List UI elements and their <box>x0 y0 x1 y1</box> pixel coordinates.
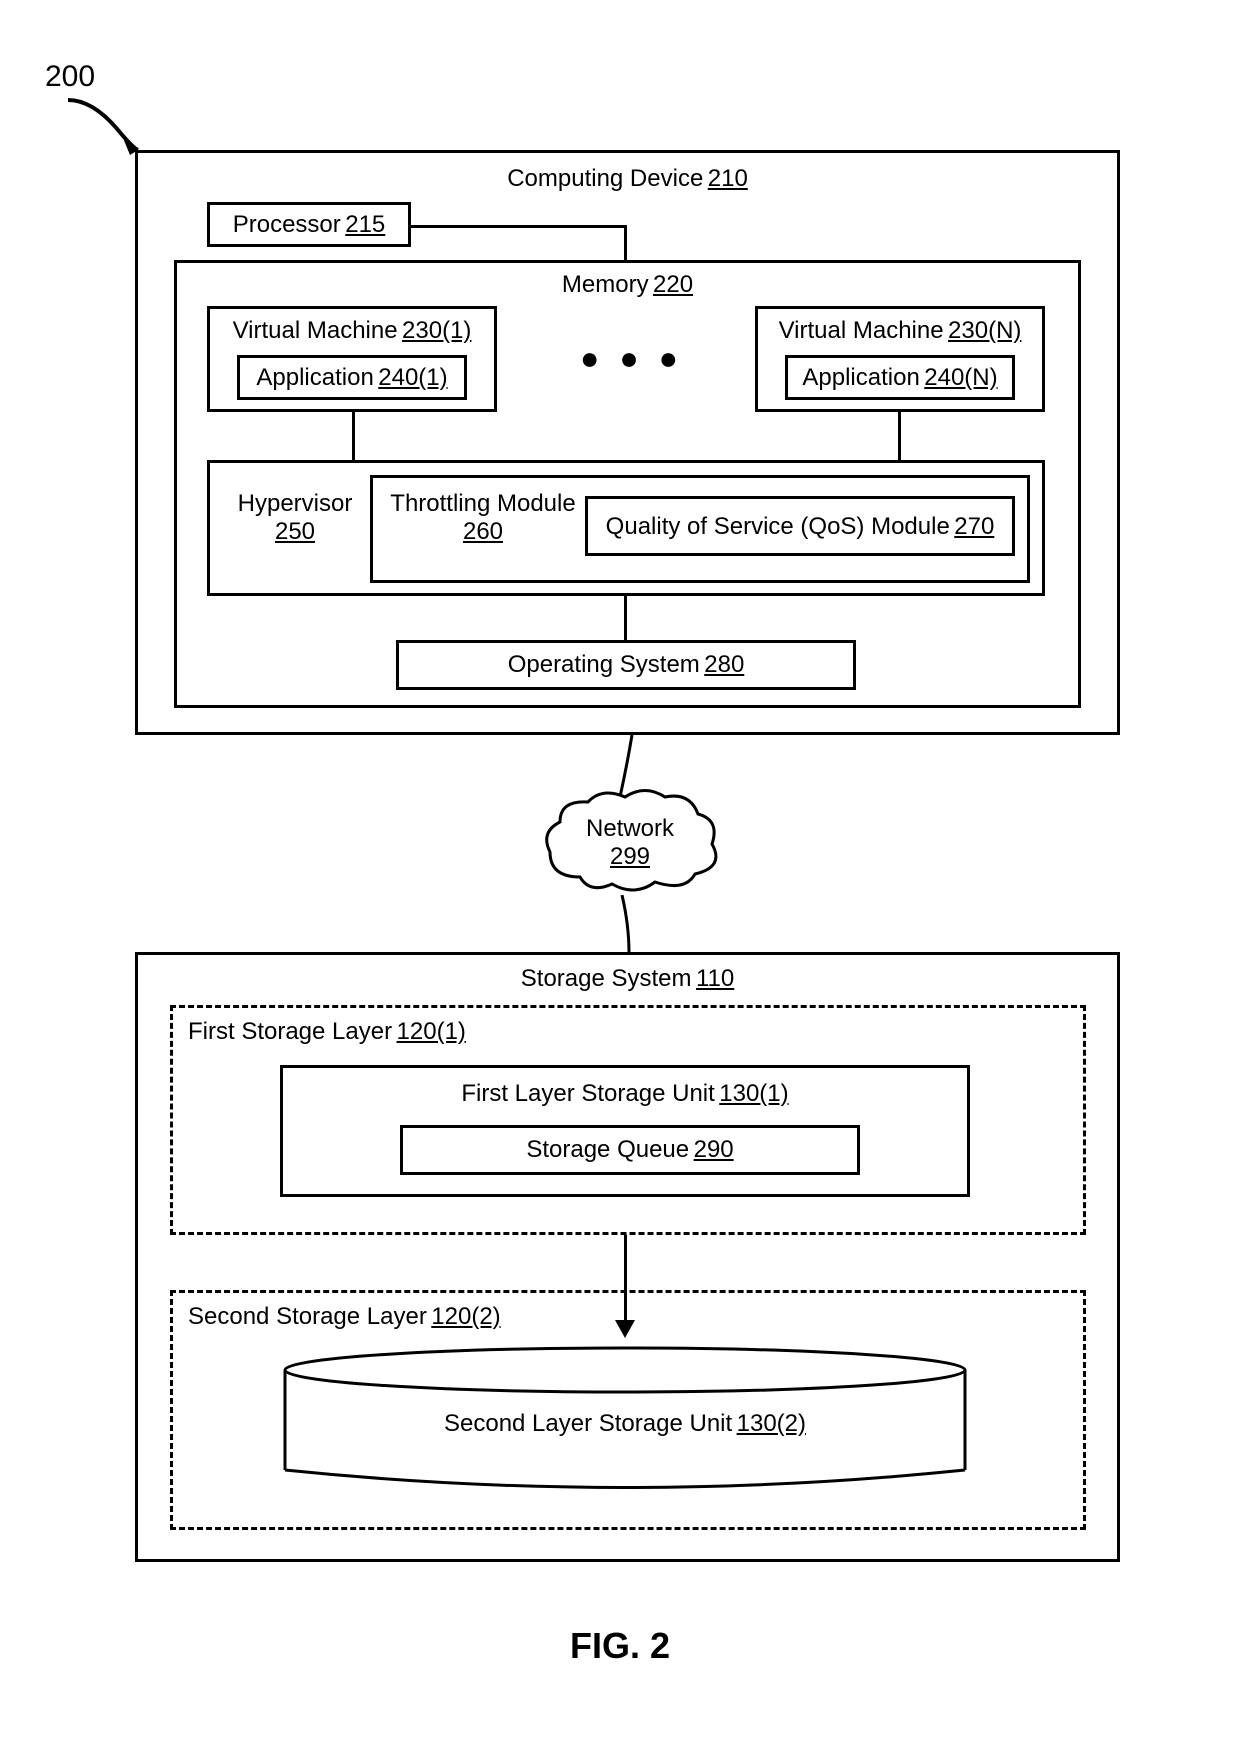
qos-box: Quality of Service (QoS) Module 270 <box>585 496 1015 556</box>
first-layer-label: First Storage Layer <box>188 1018 392 1046</box>
network-ref: 299 <box>610 843 650 870</box>
first-layer-ref: 120(1) <box>397 1018 466 1045</box>
appN-box: Application 240(N) <box>785 355 1015 400</box>
os-label: Operating System <box>508 651 700 679</box>
connector-processor-memory-v <box>624 225 627 261</box>
app1-box: Application 240(1) <box>237 355 467 400</box>
processor-ref: 215 <box>345 211 385 238</box>
vmN-ref: 230(N) <box>948 317 1021 344</box>
processor-label: Processor <box>233 211 341 239</box>
network-label-group: Network 299 <box>580 815 680 871</box>
vm1-ref: 230(1) <box>402 317 471 344</box>
memory-ref: 220 <box>653 271 693 298</box>
callout-200: 200 <box>45 60 95 94</box>
ellipsis-icon: ●●● <box>580 340 698 377</box>
vmN-label: Virtual Machine <box>779 317 944 345</box>
vm1-label: Virtual Machine <box>233 317 398 345</box>
throttling-label-group: Throttling Module 260 <box>383 490 583 546</box>
connector-vm1-hypervisor <box>352 412 355 462</box>
appN-label: Application <box>802 364 919 392</box>
throttling-ref: 260 <box>463 518 503 545</box>
memory-label: Memory <box>562 271 649 299</box>
connector-network-storage <box>614 895 644 955</box>
network-label: Network <box>586 815 674 843</box>
app1-label: Application <box>256 364 373 392</box>
computing-device-label: Computing Device <box>507 165 703 193</box>
os-ref: 280 <box>704 651 744 678</box>
hypervisor-label-group: Hypervisor 250 <box>225 490 365 546</box>
first-unit-ref: 130(1) <box>719 1080 788 1107</box>
appN-ref: 240(N) <box>924 364 997 391</box>
throttling-label: Throttling Module <box>390 490 575 518</box>
second-unit-label-group: Second Layer Storage Unit 130(2) <box>280 1410 970 1438</box>
storage-system-label: Storage System <box>521 965 692 993</box>
connector-vmN-hypervisor <box>898 412 901 462</box>
qos-ref: 270 <box>954 513 994 540</box>
processor-box: Processor 215 <box>207 202 411 247</box>
app1-ref: 240(1) <box>378 364 447 391</box>
storage-queue-box: Storage Queue 290 <box>400 1125 860 1175</box>
first-unit-label: First Layer Storage Unit <box>461 1080 714 1108</box>
storage-queue-label: Storage Queue <box>526 1136 689 1164</box>
computing-device-ref: 210 <box>708 165 748 192</box>
storage-system-ref: 110 <box>696 965 734 992</box>
os-box: Operating System 280 <box>396 640 856 690</box>
hypervisor-ref: 250 <box>275 518 315 545</box>
second-layer-label: Second Storage Layer <box>188 1303 427 1331</box>
second-unit-ref: 130(2) <box>737 1410 806 1437</box>
figure-caption: FIG. 2 <box>570 1625 670 1667</box>
second-layer-ref: 120(2) <box>431 1303 500 1330</box>
storage-queue-ref: 290 <box>694 1136 734 1163</box>
connector-hypervisor-os <box>624 596 627 640</box>
connector-processor-memory-h <box>411 225 626 228</box>
qos-label: Quality of Service (QoS) Module <box>606 513 950 541</box>
second-unit-label: Second Layer Storage Unit <box>444 1410 732 1438</box>
hypervisor-label: Hypervisor <box>238 490 353 518</box>
